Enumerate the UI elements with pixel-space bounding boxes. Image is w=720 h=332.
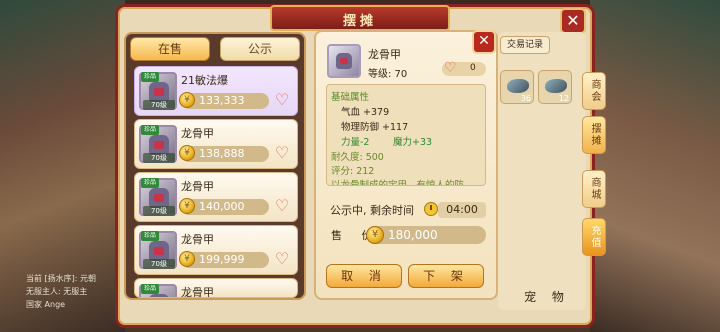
trade-record-tab[interactable]: 交易记录 xyxy=(500,36,550,54)
attr-line: 物理防御 +117 xyxy=(341,122,409,133)
chat-line: 无服主人: 无服主 xyxy=(26,287,88,296)
detail-item-icon xyxy=(327,44,361,78)
sell-price-bar: ¥ 180,000 xyxy=(366,226,486,244)
tab-public[interactable]: 公示 xyxy=(220,37,300,61)
tab-on-sale[interactable]: 在售 xyxy=(130,37,210,61)
coin-icon: ¥ xyxy=(179,251,195,267)
rarity-badge: 珍品 xyxy=(141,231,159,241)
coin-icon: ¥ xyxy=(179,92,195,108)
status-text: 公示中, 剩余时间 xyxy=(330,204,414,217)
item-price: 140,000 xyxy=(199,200,245,213)
item-icon: 珍品 70级 xyxy=(139,72,177,110)
close-button[interactable]: ✕ xyxy=(560,8,586,34)
attr-description: 以龙骨制成的宝甲，有惊人的防 xyxy=(331,180,465,186)
detail-close-button[interactable]: ✕ xyxy=(472,30,496,54)
rarity-badge: 珍品 xyxy=(141,125,159,135)
heart-icon[interactable]: ♡ xyxy=(273,251,291,267)
list-item[interactable]: 珍品 龙骨甲 xyxy=(134,278,298,298)
attr-strength: 力量-2 xyxy=(341,137,370,148)
level-badge: 70级 xyxy=(143,206,175,216)
attr-title: 基础属性 xyxy=(331,92,370,103)
item-name: 21敏法爆 xyxy=(181,74,228,87)
list-item[interactable]: 珍品 70级 龙骨甲 ¥138,888 ♡ xyxy=(134,119,298,169)
coin-icon: ¥ xyxy=(179,145,195,161)
heart-icon[interactable]: ♡ xyxy=(273,198,291,214)
chat-log: 当前 [扬水序]: 元朝 无服主人: 无服主 国家 Ange xyxy=(26,272,122,311)
side-tab-guild[interactable]: 商会 xyxy=(582,72,606,110)
attribute-box: 基础属性 气血 +379 物理防御 +117 力量-2 魔力+33 耐久度: 5… xyxy=(326,84,486,186)
item-price: 199,999 xyxy=(199,253,245,266)
background-right xyxy=(590,0,720,332)
price-bar: ¥133,333 xyxy=(179,92,269,109)
side-tab-recharge[interactable]: 充值 xyxy=(582,218,606,256)
side-tab-mall[interactable]: 商城 xyxy=(582,170,606,208)
attr-line: 气血 +379 xyxy=(341,107,390,118)
remaining-time: 04:00 xyxy=(438,202,486,218)
list-item[interactable]: 珍品 70级 龙骨甲 ¥199,999 ♡ xyxy=(134,225,298,275)
item-icon: 珍品 70级 xyxy=(139,178,177,216)
level-badge: 70级 xyxy=(143,259,175,269)
slot-count: 12 xyxy=(558,94,569,103)
clock-icon xyxy=(424,202,438,216)
item-icon: 珍品 xyxy=(139,284,177,297)
price-bar: ¥138,888 xyxy=(179,145,269,162)
attr-durability: 耐久度: 500 xyxy=(331,152,384,163)
item-price: 138,888 xyxy=(199,147,245,160)
level-badge: 70级 xyxy=(143,100,175,110)
slot-count: 36 xyxy=(520,94,531,103)
side-tab-stall[interactable]: 摆摊 xyxy=(582,116,606,154)
sell-price: 180,000 xyxy=(388,228,438,242)
attr-magic: 魔力+33 xyxy=(393,137,433,148)
tab-pet[interactable]: 宠 物 xyxy=(522,287,572,307)
cancel-button[interactable]: 取 消 xyxy=(326,264,402,288)
heart-icon[interactable]: ♡ xyxy=(273,92,291,108)
price-bar: ¥199,999 xyxy=(179,251,269,268)
inventory-slot[interactable]: 36 xyxy=(500,70,534,104)
inventory-slot[interactable]: 12 xyxy=(538,70,572,104)
item-name: 龙骨甲 xyxy=(181,286,214,298)
heart-icon[interactable]: ♡ xyxy=(273,145,291,161)
detail-item-name: 龙骨甲 xyxy=(368,48,401,61)
list-item[interactable]: 珍品 70级 龙骨甲 ¥140,000 ♡ xyxy=(134,172,298,222)
title-bar: 摆摊 xyxy=(270,5,450,31)
price-bar: ¥140,000 xyxy=(179,198,269,215)
rarity-badge: 珍品 xyxy=(141,72,159,82)
delist-button[interactable]: 下 架 xyxy=(408,264,484,288)
coin-icon: ¥ xyxy=(179,198,195,214)
item-icon: 珍品 70级 xyxy=(139,231,177,269)
favorite-counter[interactable]: ♡ 0 xyxy=(442,60,486,76)
item-name: 龙骨甲 xyxy=(181,233,214,246)
item-name: 龙骨甲 xyxy=(181,180,214,193)
rarity-badge: 珍品 xyxy=(141,178,159,188)
item-icon: 珍品 70级 xyxy=(139,125,177,163)
page-title: 摆摊 xyxy=(342,14,377,29)
attr-score: 评分: 212 xyxy=(331,166,375,177)
chat-line: 当前 [扬水序]: 元朝 xyxy=(26,274,97,283)
heart-icon: ♡ xyxy=(444,60,457,76)
level-badge: 70级 xyxy=(143,153,175,163)
detail-item-level: 等级: 70 xyxy=(368,69,408,80)
chat-line: 国家 Ange xyxy=(26,300,66,309)
rarity-badge: 珍品 xyxy=(141,284,159,294)
coin-icon: ¥ xyxy=(366,226,384,244)
favorite-count: 0 xyxy=(470,63,476,73)
list-item[interactable]: 珍品 70级 21敏法爆 ¥133,333 ♡ xyxy=(134,66,298,116)
item-name: 龙骨甲 xyxy=(181,127,214,140)
listing-tabs: 在售 公示 xyxy=(130,37,302,61)
item-price: 133,333 xyxy=(199,94,245,107)
